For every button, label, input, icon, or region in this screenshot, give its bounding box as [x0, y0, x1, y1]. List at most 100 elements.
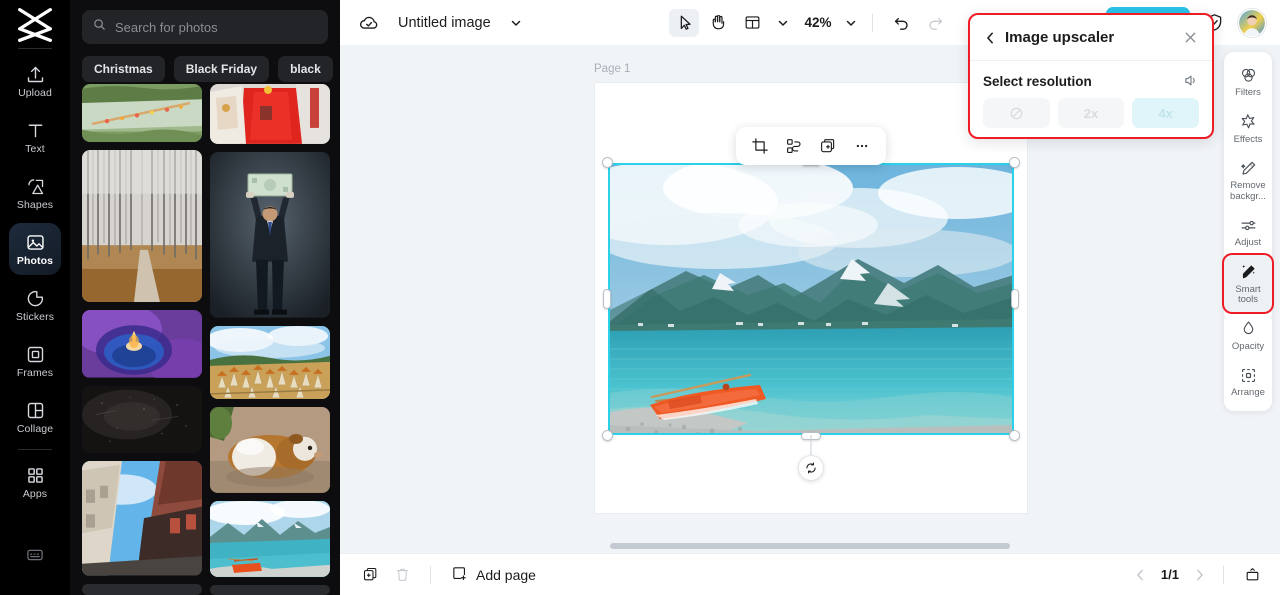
sidebar-item-label: Upload [18, 87, 52, 100]
page-label: Page 1 [594, 63, 631, 75]
sidebar-item-upload[interactable]: Upload [9, 55, 61, 107]
sidebar-item-stickers[interactable]: Stickers [9, 279, 61, 331]
crop-button[interactable] [744, 131, 776, 161]
next-page-button[interactable] [1189, 565, 1209, 585]
sidebar-item-label: Photos [16, 255, 54, 268]
tool-opacity[interactable]: Opacity [1224, 312, 1272, 359]
thumbnail-bhutan-stupas-landscape[interactable] [210, 325, 330, 400]
delete-page-button[interactable] [388, 561, 416, 589]
tag-list: Christmas Black Friday black [70, 44, 340, 82]
hand-tool-button[interactable] [703, 9, 733, 37]
redo-button[interactable] [921, 9, 951, 37]
tool-label: Arrange [1231, 387, 1265, 398]
resolution-option-2x[interactable]: 2x [1057, 98, 1125, 128]
speaker-icon[interactable] [1183, 73, 1199, 89]
thumbnail-lake-mountains-boat[interactable] [210, 501, 330, 578]
sidebar-item-apps[interactable]: Apps [9, 456, 61, 508]
cloud-saved-icon [358, 12, 380, 34]
keyboard-shortcuts-button[interactable] [9, 529, 61, 581]
capcut-logo-icon[interactable] [12, 6, 58, 44]
photos-panel: Christmas Black Friday black [70, 0, 340, 595]
thumbnail-guinea-pig[interactable] [210, 407, 330, 494]
horizontal-scrollbar[interactable] [610, 543, 1010, 549]
prev-page-button[interactable] [1131, 565, 1151, 585]
user-avatar[interactable] [1238, 8, 1266, 37]
layout-tool-group [737, 9, 790, 37]
resize-handle-bottom-left[interactable] [602, 430, 613, 441]
resize-handle-top-left[interactable] [602, 157, 613, 168]
resolution-option-none[interactable] [983, 98, 1050, 128]
more-options-button[interactable] [846, 131, 878, 161]
effects-icon [1238, 112, 1258, 132]
thumbnail-winter-forest-path[interactable] [82, 150, 202, 303]
search-input[interactable] [115, 19, 318, 35]
fit-screen-button[interactable] [1238, 561, 1266, 589]
sidebar-item-collage[interactable]: Collage [9, 391, 61, 443]
sidebar-item-photos[interactable]: Photos [9, 223, 61, 275]
thumbnail-flower-bridge-river[interactable] [82, 84, 202, 143]
tool-filters[interactable]: Filters [1224, 58, 1272, 105]
keyboard-shortcuts-icon [24, 544, 46, 566]
thumbnail-purple-candle-glass[interactable] [82, 310, 202, 378]
rotate-handle[interactable] [798, 455, 824, 481]
tool-label: Effects [1233, 133, 1263, 145]
tool-label: Filters [1235, 87, 1261, 98]
page-indicator: 1/1 [1160, 567, 1179, 582]
selected-image-element[interactable] [602, 157, 1020, 481]
lake-mountains-boat-photo[interactable] [608, 163, 1014, 435]
thumbnail-city-street-blue-sky[interactable] [82, 461, 202, 576]
add-page-button[interactable]: Add page [445, 561, 542, 589]
shapes-icon [24, 175, 46, 197]
chevron-down-icon[interactable] [509, 16, 523, 30]
sidebar-item-frames[interactable]: Frames [9, 335, 61, 387]
document-title[interactable]: Untitled image [398, 15, 491, 31]
zoom-chevron-down-icon[interactable] [844, 16, 858, 30]
filters-icon [1238, 65, 1258, 85]
tag-christmas[interactable]: Christmas [82, 56, 165, 82]
select-tool-button[interactable] [669, 8, 700, 37]
duplicate-button[interactable] [812, 131, 844, 161]
layout-tool-button[interactable] [737, 9, 767, 37]
tool-adjust[interactable]: Adjust [1224, 208, 1272, 255]
resize-handle-right[interactable] [1011, 289, 1019, 309]
search-box[interactable] [82, 10, 328, 44]
sidebar-item-label: Text [25, 143, 45, 156]
sidebar-item-text[interactable]: Text [9, 111, 61, 163]
add-page-icon [451, 565, 468, 585]
tool-arrange[interactable]: Arrange [1224, 358, 1272, 405]
bottombar-divider [430, 565, 431, 584]
tool-smart-tools[interactable]: Smart tools [1224, 254, 1272, 312]
resolution-option-4x[interactable]: 4x [1132, 98, 1200, 128]
upscaler-section-row: Select resolution [970, 61, 1212, 89]
tool-remove-background[interactable]: Remove backgr... [1224, 151, 1272, 208]
tool-effects[interactable]: Effects [1224, 105, 1272, 152]
resize-handle-top-right[interactable] [1009, 157, 1020, 168]
zoom-level[interactable]: 42% [804, 15, 831, 30]
thumbnail-man-holding-dollar-bill[interactable] [210, 151, 330, 318]
arrange-icon [1238, 365, 1258, 385]
tool-label: Remove backgr... [1230, 180, 1266, 202]
adjust-icon [1238, 215, 1258, 235]
layout-chevron-down-icon[interactable] [776, 16, 790, 30]
chevron-left-icon[interactable] [983, 31, 997, 45]
tag-black[interactable]: black [278, 56, 333, 82]
right-tool-rail: Filters Effects Remove backgr... Adjust … [1224, 52, 1272, 411]
bottom-bar: Add page 1/1 [340, 553, 1280, 595]
rail-divider-top [18, 48, 52, 49]
thumbnail-dark-grunge-texture[interactable] [82, 385, 202, 454]
resize-handle-bottom-right[interactable] [1009, 430, 1020, 441]
sidebar-item-label: Frames [16, 367, 54, 380]
cutout-button[interactable] [778, 131, 810, 161]
thumbnail-partial-row[interactable] [210, 585, 330, 595]
close-icon[interactable] [1183, 30, 1199, 46]
duplicate-page-button[interactable] [356, 561, 384, 589]
thumbnail-red-shopping-bag[interactable] [210, 84, 330, 144]
remove-background-icon [1238, 158, 1258, 178]
tag-black-friday[interactable]: Black Friday [173, 56, 270, 82]
undo-button[interactable] [887, 9, 917, 37]
tool-label: Smart tools [1235, 283, 1261, 305]
resize-handle-left[interactable] [603, 289, 611, 309]
thumbnail-partial-row[interactable] [82, 583, 202, 595]
sidebar-item-shapes[interactable]: Shapes [9, 167, 61, 219]
search-container [70, 0, 340, 44]
